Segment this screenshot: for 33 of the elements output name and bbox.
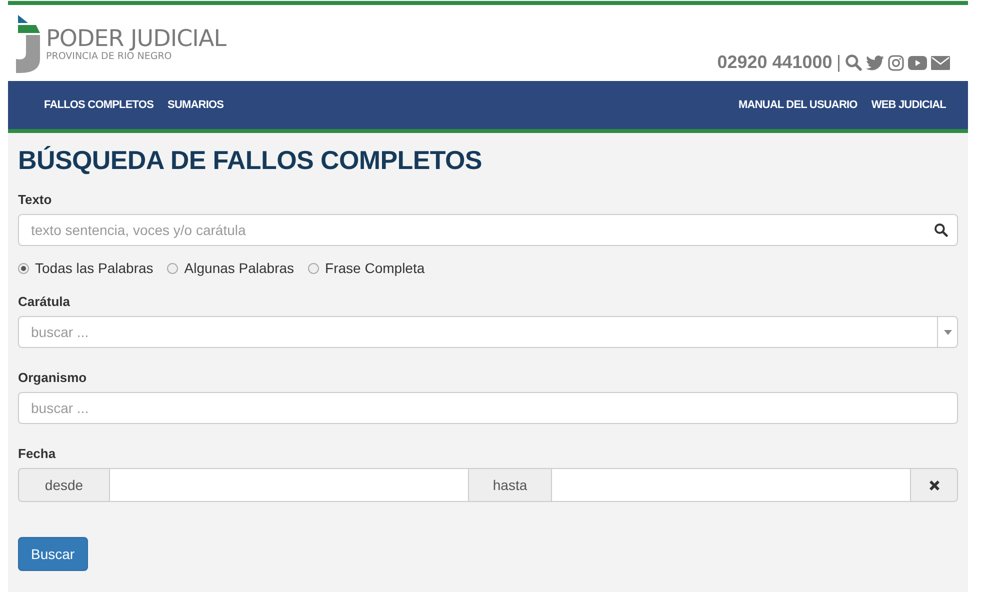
phone-number: 02920 441000 (717, 52, 832, 73)
organismo-field[interactable]: buscar ... (18, 392, 958, 424)
text-search-field[interactable]: texto sentencia, voces y/o carátula (18, 214, 958, 246)
nav-link[interactable]: WEB JUDICIAL (871, 99, 946, 111)
camera-icon[interactable] (888, 54, 904, 70)
date-from-label: desde (18, 468, 110, 502)
nav-link[interactable]: FALLOS COMPLETOS (44, 99, 154, 111)
search-icon[interactable] (934, 223, 948, 237)
field-label: Fecha (18, 446, 57, 461)
logo-icon (16, 15, 42, 73)
radio-icon[interactable] (308, 262, 320, 274)
video-play-icon[interactable] (908, 56, 927, 70)
logo-subtitle: PROVINCIA DE RIO NEGRO (46, 52, 173, 62)
mail-icon[interactable] (931, 56, 950, 70)
field-label: Carátula (18, 294, 72, 309)
nav-link[interactable]: MANUAL DEL USUARIO (738, 99, 858, 111)
field-label: Texto (18, 192, 53, 207)
field-label: Organismo (18, 370, 88, 385)
radio-icon[interactable] (167, 262, 178, 274)
date-from-field[interactable] (110, 468, 468, 502)
date-to-label: hasta (468, 468, 552, 502)
page-title: BÚSQUEDA DE FALLOS COMPLETOS (18, 145, 483, 176)
separator: | (836, 52, 841, 73)
nav-link[interactable]: SUMARIOS (168, 99, 224, 111)
caret-icon (944, 330, 952, 334)
radio-icon[interactable] (18, 262, 29, 274)
date-to-field[interactable] (552, 468, 910, 502)
logo-title: PODER JUDICIAL (46, 26, 226, 52)
caratula-select[interactable]: buscar ... (18, 316, 958, 348)
clear-date-button[interactable] (910, 468, 958, 502)
search-button[interactable]: Buscar (18, 537, 88, 571)
bird-icon[interactable] (866, 54, 884, 70)
close-icon (928, 480, 940, 490)
